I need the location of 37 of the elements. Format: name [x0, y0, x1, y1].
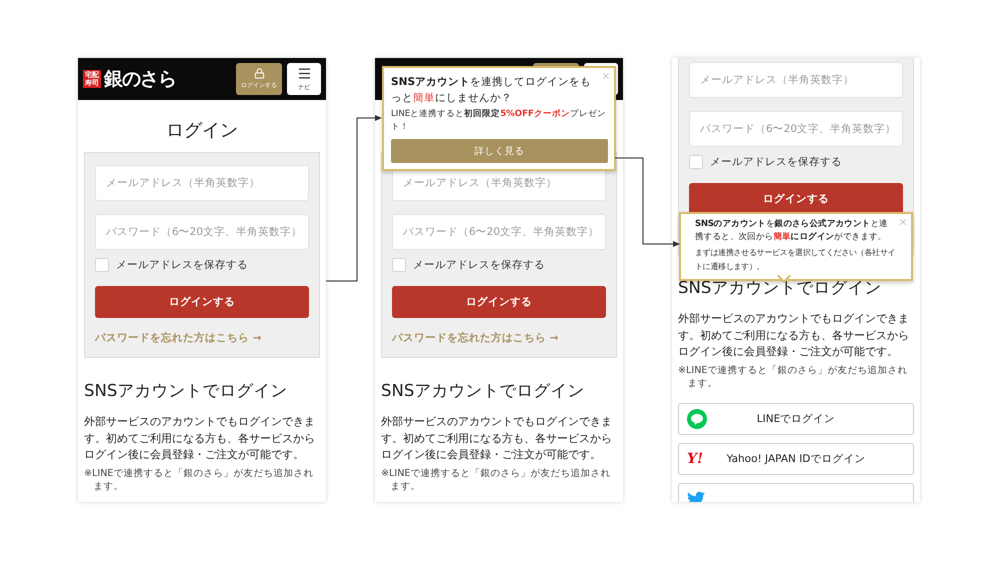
note-text: ※LINEで連携すると「銀のさら」が友だち追加されます。: [678, 364, 908, 391]
description-text: 外部サービスのアカウントでもログインできます。初めてご利用になる方も、各サービスからログイン後に会員登録・ご注文が可能です。: [381, 414, 613, 464]
checkbox-label: メールアドレスを保存する: [116, 258, 248, 272]
section-heading: SNSアカウントでログイン: [678, 277, 882, 299]
checkbox[interactable]: [392, 258, 406, 272]
checkbox[interactable]: [95, 258, 109, 272]
login-submit-button[interactable]: ログインする: [689, 183, 903, 215]
description-text: 外部サービスのアカウントでもログインできます。初めてご利用になる方も、各サービスからログイン後に会員登録・ご注文が可能です。: [84, 414, 316, 464]
password-field[interactable]: パスワード（6〜20文字、半角英数字）: [392, 214, 606, 250]
lock-icon: [254, 68, 264, 79]
password-field[interactable]: パスワード（6〜20文字、半角英数字）: [95, 214, 309, 250]
description-text: 外部サービスのアカウントでもログインできます。初めてご利用になる方も、各サービスからログイン後に会員登録・ご注文が可能です。: [678, 311, 910, 360]
popup-message: SNSのアカウント を銀のさら公式アカウント と連携すると、次回から簡単にログインができます。: [695, 218, 889, 244]
social-login-button[interactable]: Y! Yahoo! JAPAN IDでログイン: [678, 442, 914, 475]
email-field[interactable]: メールアドレス（半角英数字）: [95, 165, 309, 201]
note-text: ※LINEで連携すると「銀のさら」が友だち追加されます。: [84, 466, 314, 494]
section-heading: SNSアカウントでログイン: [381, 380, 586, 402]
logo: 銀のさら: [104, 67, 176, 92]
checkbox-label: メールアドレスを保存する: [413, 258, 545, 272]
login-submit-button[interactable]: ログインする: [95, 286, 309, 318]
password-field[interactable]: パスワード（6〜20文字、半角英数字）: [689, 111, 903, 147]
details-button[interactable]: 詳しく見る: [391, 139, 608, 163]
note-text: ※LINEで連携すると「銀のさら」が友だち追加されます。: [381, 466, 612, 494]
page-title: ログイン: [165, 120, 239, 142]
menu-icon: [296, 66, 312, 81]
close-icon[interactable]: [898, 217, 908, 227]
checkbox-label: メールアドレスを保存する: [710, 155, 842, 169]
close-icon[interactable]: [601, 71, 611, 81]
chat-bubble-icon: [687, 408, 707, 429]
popup-detail: LINEと連携すると 初回限定5%OFFクーポンプレゼント！: [391, 108, 607, 134]
yahoo-logo: Y!: [687, 450, 704, 467]
email-field[interactable]: メールアドレス（半角英数字）: [689, 62, 903, 98]
popup-message: SNSアカウント を連携してログインをもっと 簡単にしませんか？: [391, 75, 592, 106]
section-heading: SNSアカウントでログイン: [84, 380, 288, 402]
checkbox[interactable]: [689, 155, 703, 169]
login-submit-button[interactable]: ログインする: [392, 286, 606, 318]
social-login-button[interactable]: LINEでログイン: [678, 402, 914, 435]
